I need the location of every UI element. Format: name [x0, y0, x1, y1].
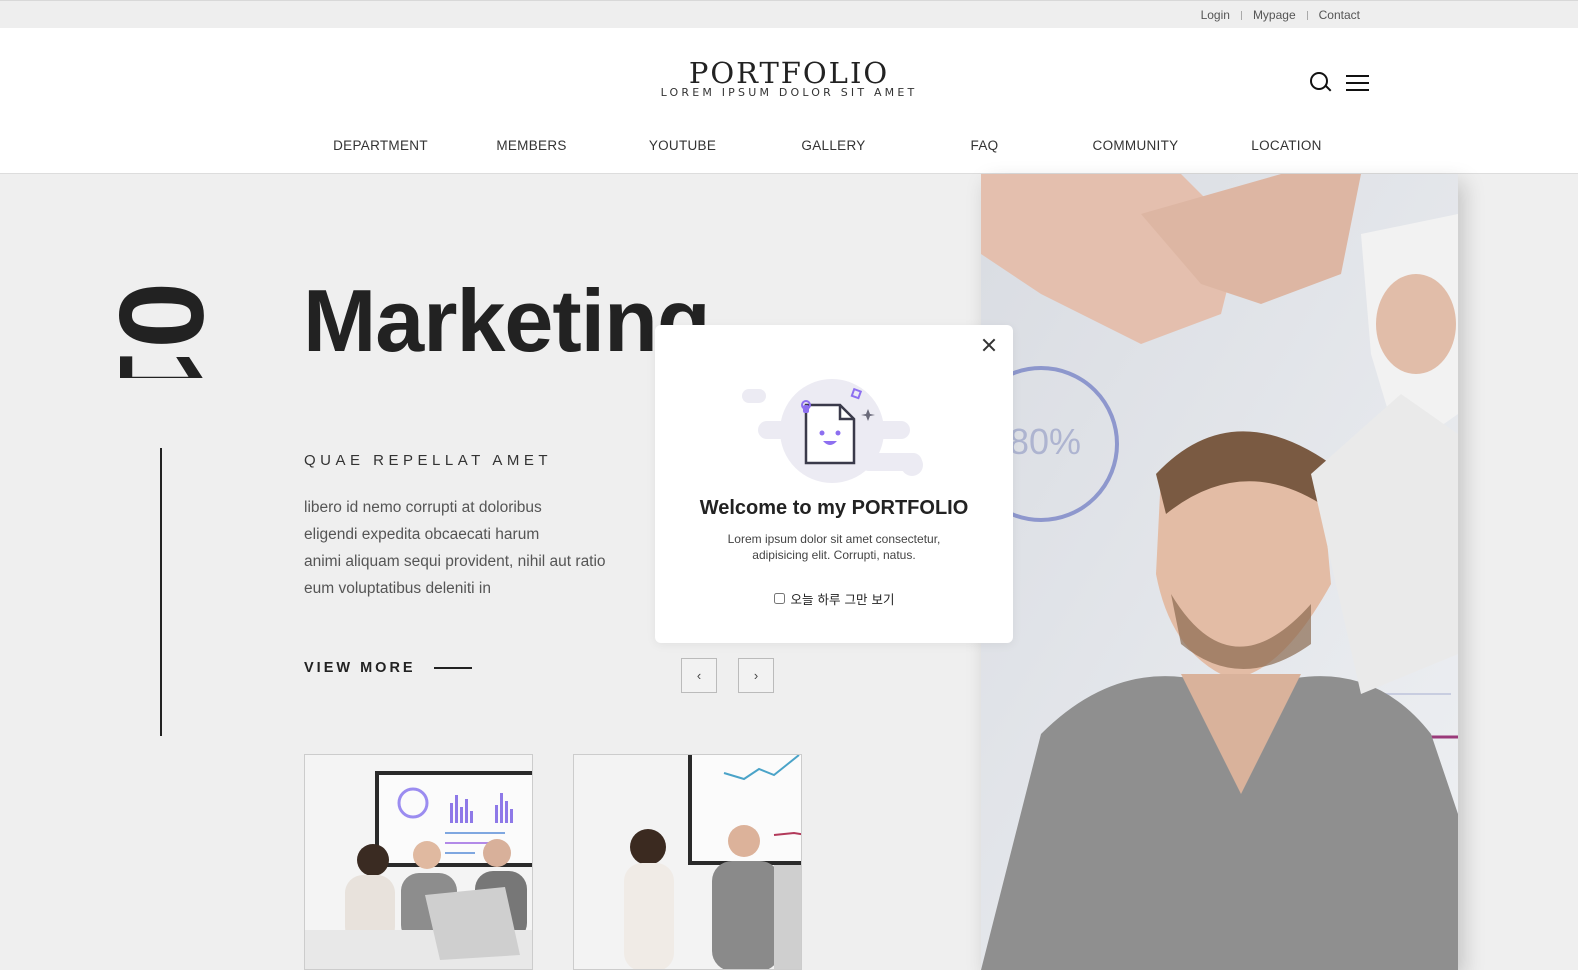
- slide-number-text: 01: [108, 282, 218, 378]
- thumbnail-team-meeting[interactable]: [304, 754, 533, 970]
- slide-number: 01: [108, 282, 218, 378]
- hero-desc-line: eligendi expedita obcaecati harum: [304, 526, 540, 543]
- nav-item-location[interactable]: LOCATION: [1211, 138, 1362, 153]
- dont-show-today-checkbox[interactable]: [773, 593, 785, 604]
- modal-title: Welcome to my PORTFOLIO: [699, 497, 969, 519]
- hero-kicker: QUAE REPELLAT AMET: [304, 452, 552, 469]
- modal-text-line: Lorem ipsum dolor sit amet consectetur,: [727, 532, 941, 546]
- hero-desc-line: eum voluptatibus deleniti in: [304, 580, 491, 597]
- dont-show-today-option[interactable]: 오늘 하루 그만 보기: [655, 589, 1013, 608]
- svg-text:80%: 80%: [1009, 421, 1081, 462]
- site-header: PORTFOLIO LOREM IPSUM DOLOR SIT AMET DEP…: [0, 28, 1578, 174]
- view-more-line: [433, 667, 472, 669]
- nav-item-members[interactable]: MEMBERS: [456, 138, 607, 153]
- document-smile-icon: [742, 379, 923, 483]
- divider: [1306, 10, 1308, 20]
- utility-bar: Login Mypage Contact: [0, 0, 1578, 28]
- nav-item-faq[interactable]: FAQ: [909, 138, 1060, 153]
- login-link[interactable]: Login: [1201, 8, 1230, 22]
- chevron-left-icon: ‹: [696, 668, 702, 683]
- nav-item-youtube[interactable]: YOUTUBE: [607, 138, 758, 153]
- hero-photo: 80%: [981, 174, 1458, 970]
- modal-text-line: adipisicing elit. Corrupti, natus.: [752, 548, 916, 562]
- hero-description: libero id nemo corrupti at doloribus eli…: [304, 494, 606, 602]
- nav-item-gallery[interactable]: GALLERY: [758, 138, 909, 153]
- thumbnail-collaboration[interactable]: [573, 754, 802, 970]
- menu-icon[interactable]: [1346, 72, 1370, 92]
- hero-desc-line: libero id nemo corrupti at doloribus: [304, 499, 542, 516]
- utility-links: Login Mypage Contact: [1201, 8, 1360, 22]
- mypage-link[interactable]: Mypage: [1253, 8, 1296, 22]
- thumbnail-image: [574, 755, 801, 969]
- nav-item-community[interactable]: COMMUNITY: [1060, 138, 1211, 153]
- hero-photo-image: 80%: [981, 174, 1458, 970]
- dont-show-today-label: 오늘 하루 그만 보기: [790, 592, 895, 607]
- thumbnail-image: [305, 755, 532, 969]
- hero-title: Marketing: [303, 271, 711, 370]
- modal-text: Lorem ipsum dolor sit amet consectetur, …: [655, 531, 1013, 563]
- view-more-button[interactable]: VIEW MORE: [304, 660, 472, 676]
- main-nav: DEPARTMENT MEMBERS YOUTUBE GALLERY FAQ C…: [305, 138, 1375, 153]
- chevron-right-icon: ›: [753, 668, 759, 683]
- divider: [1240, 10, 1242, 20]
- vertical-divider: [160, 448, 162, 736]
- search-icon[interactable]: [1308, 70, 1332, 94]
- next-button[interactable]: ›: [738, 658, 774, 693]
- hero-desc-line: animi aliquam sequi provident, nihil aut…: [304, 553, 606, 570]
- prev-button[interactable]: ‹: [681, 658, 717, 693]
- view-more-label: VIEW MORE: [304, 660, 416, 676]
- contact-link[interactable]: Contact: [1319, 8, 1360, 22]
- welcome-modal: Welcome to my PORTFOLIO Lorem ipsum dolo…: [655, 325, 1013, 643]
- header-actions: [1308, 70, 1370, 94]
- nav-item-department[interactable]: DEPARTMENT: [305, 138, 456, 153]
- close-icon[interactable]: [979, 335, 999, 355]
